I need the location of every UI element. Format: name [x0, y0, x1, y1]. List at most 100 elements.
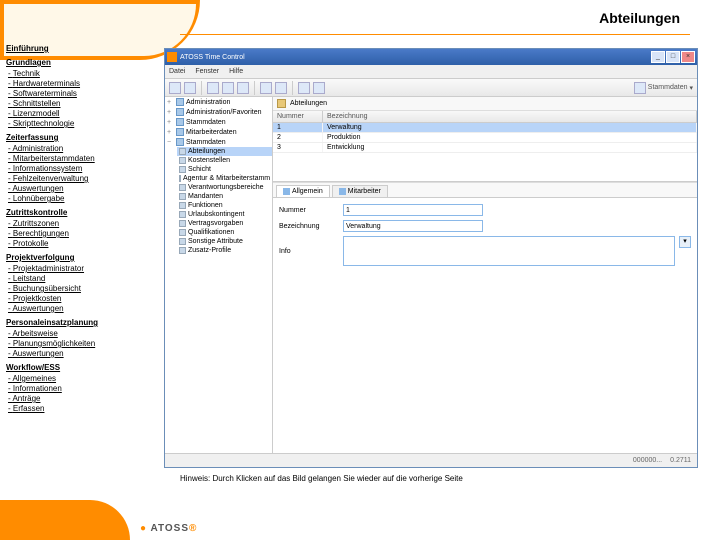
nav-section-projekt[interactable]: Projektverfolgung: [6, 253, 156, 263]
tree-node[interactable]: Kostenstellen: [177, 156, 272, 165]
window-title: ATOSS Time Control: [180, 54, 650, 61]
nav-item[interactable]: Administration: [8, 144, 156, 154]
nav-item[interactable]: Lohnübergabe: [8, 194, 156, 204]
book-icon: [634, 82, 646, 94]
nav-item[interactable]: Auswertungen: [8, 184, 156, 194]
grid-header: Nummer Bezeichnung: [273, 111, 697, 123]
tree-node[interactable]: Qualifikationen: [177, 228, 272, 237]
nav-item[interactable]: Anträge: [8, 394, 156, 404]
nav-item[interactable]: Protokolle: [8, 239, 156, 249]
stammdaten-dropdown[interactable]: Stammdaten ▾: [634, 82, 693, 94]
dropdown-icon[interactable]: ▾: [679, 236, 691, 248]
tree-node[interactable]: +Administration/Favoriten: [165, 107, 272, 117]
nav-item[interactable]: Softwareterminals: [8, 89, 156, 99]
nav-item[interactable]: Hardwareterminals: [8, 79, 156, 89]
tree-node[interactable]: +Mitarbeiterdaten: [165, 127, 272, 137]
tree-node[interactable]: Sonstige Attribute: [177, 237, 272, 246]
toolbar: Stammdaten ▾: [165, 79, 697, 97]
nav-item[interactable]: Auswertungen: [8, 304, 156, 314]
toolbar-icon[interactable]: [313, 82, 325, 94]
tab-icon: [283, 188, 290, 195]
toolbar-icon[interactable]: [260, 82, 272, 94]
col-nummer[interactable]: Nummer: [273, 111, 323, 122]
toolbar-icon[interactable]: [184, 82, 196, 94]
nav-section-einfuehrung[interactable]: Einführung: [6, 44, 156, 54]
item-icon: [179, 193, 186, 200]
tree-node[interactable]: Agentur & Mitarbeiterstamm: [177, 174, 272, 183]
tree-node[interactable]: Vertragsvorgaben: [177, 219, 272, 228]
tree-node[interactable]: Funktionen: [177, 201, 272, 210]
toolbar-icon[interactable]: [298, 82, 310, 94]
nav-section-personal[interactable]: Personaleinsatzplanung: [6, 318, 156, 328]
toolbar-icon[interactable]: [222, 82, 234, 94]
nav-item[interactable]: Erfassen: [8, 404, 156, 414]
grid-row[interactable]: 2Produktion: [273, 133, 697, 143]
tab-mitarbeiter[interactable]: Mitarbeiter: [332, 185, 388, 197]
toolbar-separator: [201, 81, 202, 95]
tree-node[interactable]: Urlaubskontingent: [177, 210, 272, 219]
folder-icon: [176, 98, 184, 106]
tree-node[interactable]: −Stammdaten: [165, 137, 272, 147]
tree-node[interactable]: Zusatz-Profile: [177, 246, 272, 255]
toolbar-separator: [292, 81, 293, 95]
toolbar-icon[interactable]: [207, 82, 219, 94]
menu-datei[interactable]: Datei: [169, 68, 185, 75]
item-icon: [179, 202, 186, 209]
close-button[interactable]: ×: [681, 51, 695, 63]
toolbar-icon[interactable]: [169, 82, 181, 94]
tree-node[interactable]: +Stammdaten: [165, 117, 272, 127]
tree-node[interactable]: Mandanten: [177, 192, 272, 201]
app-window[interactable]: ATOSS Time Control _ □ × Datei Fenster H…: [164, 48, 698, 468]
col-bezeichnung[interactable]: Bezeichnung: [323, 111, 697, 122]
nav-item[interactable]: Leitstand: [8, 274, 156, 284]
nav-item[interactable]: Buchungsübersicht: [8, 284, 156, 294]
item-icon: [179, 175, 181, 182]
nav-item[interactable]: Informationssystem: [8, 164, 156, 174]
nav-section-grundlagen[interactable]: Grundlagen: [6, 58, 156, 68]
status-right: 0.2711: [670, 457, 691, 464]
tree-node-abteilungen[interactable]: Abteilungen: [177, 147, 272, 156]
tabstrip: Allgemein Mitarbeiter: [273, 182, 697, 197]
nav-item[interactable]: Auswertungen: [8, 349, 156, 359]
tree-node[interactable]: Schicht: [177, 165, 272, 174]
sidebar-nav: Einführung Grundlagen Technik Hardwarete…: [6, 40, 156, 414]
nav-section-workflow[interactable]: Workflow/ESS: [6, 363, 156, 373]
footer-logo: ● ATOSS®: [140, 523, 197, 534]
input-nummer[interactable]: [343, 204, 483, 216]
nav-item[interactable]: Skripttechnologie: [8, 119, 156, 129]
tab-allgemein[interactable]: Allgemein: [276, 185, 330, 197]
input-bezeichnung[interactable]: [343, 220, 483, 232]
toolbar-icon[interactable]: [275, 82, 287, 94]
item-icon: [179, 166, 186, 173]
nav-section-zeiterfassung[interactable]: Zeiterfassung: [6, 133, 156, 143]
toolbar-icon[interactable]: [237, 82, 249, 94]
titlebar[interactable]: ATOSS Time Control _ □ ×: [165, 49, 697, 65]
nav-item[interactable]: Zutrittszonen: [8, 219, 156, 229]
nav-item[interactable]: Technik: [8, 69, 156, 79]
grid-row[interactable]: 3Entwicklung: [273, 143, 697, 153]
menu-hilfe[interactable]: Hilfe: [229, 68, 243, 75]
nav-section-zutritt[interactable]: Zutrittskontrolle: [6, 208, 156, 218]
page-title: Abteilungen: [599, 10, 680, 26]
label-bezeichnung: Bezeichnung: [279, 223, 339, 230]
menu-fenster[interactable]: Fenster: [195, 68, 219, 75]
data-grid: Nummer Bezeichnung 1Verwaltung 2Produkti…: [273, 111, 697, 182]
input-info[interactable]: [343, 236, 675, 266]
nav-item[interactable]: Projektadministrator: [8, 264, 156, 274]
tree-node[interactable]: +Administration: [165, 97, 272, 107]
tree-node[interactable]: Verantwortungsbereiche: [177, 183, 272, 192]
maximize-button[interactable]: □: [666, 51, 680, 63]
nav-item[interactable]: Allgemeines: [8, 374, 156, 384]
nav-item[interactable]: Mitarbeiterstammdaten: [8, 154, 156, 164]
nav-item[interactable]: Schnittstellen: [8, 99, 156, 109]
nav-item[interactable]: Fehlzeitenverwaltung: [8, 174, 156, 184]
nav-item[interactable]: Arbeitsweise: [8, 329, 156, 339]
grid-row[interactable]: 1Verwaltung: [273, 123, 697, 133]
nav-item[interactable]: Projektkosten: [8, 294, 156, 304]
minimize-button[interactable]: _: [651, 51, 665, 63]
nav-item[interactable]: Lizenzmodell: [8, 109, 156, 119]
nav-item[interactable]: Berechtigungen: [8, 229, 156, 239]
nav-item[interactable]: Planungsmöglichkeiten: [8, 339, 156, 349]
item-icon: [179, 148, 186, 155]
nav-item[interactable]: Informationen: [8, 384, 156, 394]
